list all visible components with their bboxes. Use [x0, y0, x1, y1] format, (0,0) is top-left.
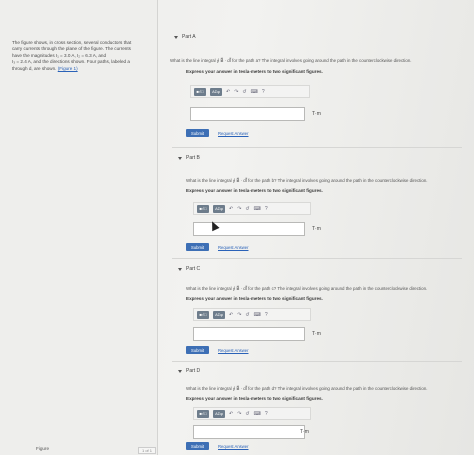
part-d-header[interactable]: Part D	[178, 368, 200, 374]
reset-icon[interactable]: ↺	[245, 411, 249, 417]
redo-icon[interactable]: ↷	[234, 89, 238, 95]
part-c-header[interactable]: Part C	[178, 266, 200, 272]
part-divider	[172, 147, 462, 148]
help-icon[interactable]: ?	[265, 206, 268, 212]
part-d-unit: T·m	[300, 429, 309, 435]
keyboard-icon[interactable]: ⌨	[251, 89, 258, 95]
figure-pager[interactable]: 1 of 1	[138, 447, 157, 454]
part-d-title: Part D	[186, 368, 201, 374]
part-b-instruction: Express your answer in tesla-meters to t…	[186, 188, 323, 193]
undo-icon[interactable]: ↶	[229, 206, 233, 212]
part-c-answer-input[interactable]	[193, 327, 305, 341]
page: The figure shows, in cross section, seve…	[0, 0, 474, 455]
templates-button[interactable]: ■√□	[197, 310, 209, 319]
undo-icon[interactable]: ↶	[229, 411, 233, 417]
part-d-question: What is the line integral ∮ B⃗ · dl⃗ for…	[186, 386, 428, 391]
redo-icon[interactable]: ↷	[237, 312, 241, 318]
part-a-answer-input[interactable]	[190, 107, 305, 121]
collapse-caret-icon	[178, 267, 182, 271]
keyboard-icon[interactable]: ⌨	[254, 411, 261, 417]
part-a-submit-button[interactable]: Submit	[186, 129, 210, 137]
parts-panel: Part A What is the line integral ∮ B⃗ · …	[160, 0, 474, 455]
part-d-submit-button[interactable]: Submit	[186, 442, 210, 450]
part-c-toolbar: ■√□ AΣφ ↶ ↷ ↺ ⌨ ?	[193, 308, 311, 321]
redo-icon[interactable]: ↷	[237, 411, 241, 417]
figure-label: Figure	[36, 446, 50, 451]
reset-icon[interactable]: ↺	[245, 312, 249, 318]
part-c-title: Part C	[186, 266, 201, 272]
greek-symbols-button[interactable]: AΣφ	[213, 409, 225, 418]
part-a-header[interactable]: Part A	[174, 34, 196, 40]
part-b-header[interactable]: Part B	[178, 155, 200, 161]
part-a-question: What is the line integral ∮ B⃗ · dl⃗ for…	[170, 58, 412, 63]
undo-icon[interactable]: ↶	[229, 312, 233, 318]
part-b-unit: T·m	[312, 226, 321, 232]
keyboard-icon[interactable]: ⌨	[254, 312, 261, 318]
collapse-caret-icon	[174, 35, 178, 39]
part-b-question: What is the line integral ∮ B⃗ · dl⃗ for…	[186, 178, 428, 183]
problem-line: through d, are shown. (Figure 1)	[12, 66, 152, 72]
undo-icon[interactable]: ↶	[226, 89, 230, 95]
figure-link[interactable]: (Figure 1)	[58, 66, 78, 71]
part-divider	[172, 258, 462, 259]
part-b-submit-button[interactable]: Submit	[186, 243, 210, 251]
help-icon[interactable]: ?	[262, 89, 265, 95]
part-d-answer-input[interactable]	[193, 425, 305, 439]
greek-symbols-button[interactable]: AΣφ	[210, 87, 222, 96]
part-d-instruction: Express your answer in tesla-meters to t…	[186, 396, 323, 401]
collapse-caret-icon	[178, 156, 182, 160]
part-a-request-answer-link[interactable]: Request Answer	[218, 131, 249, 136]
help-icon[interactable]: ?	[265, 312, 268, 318]
redo-icon[interactable]: ↷	[237, 206, 241, 212]
problem-panel: The figure shows, in cross section, seve…	[0, 0, 158, 455]
keyboard-icon[interactable]: ⌨	[254, 206, 261, 212]
part-a-instruction: Express your answer in tesla-meters to t…	[186, 69, 323, 74]
part-c-unit: T·m	[312, 331, 321, 337]
part-d-toolbar: ■√□ AΣφ ↶ ↷ ↺ ⌨ ?	[193, 407, 311, 420]
part-b-request-answer-link[interactable]: Request Answer	[218, 245, 249, 250]
part-a-title: Part A	[182, 34, 196, 40]
part-c-request-answer-link[interactable]: Request Answer	[218, 348, 249, 353]
part-b-toolbar: ■√□ AΣφ ↶ ↷ ↺ ⌨ ?	[193, 202, 311, 215]
part-c-submit-button[interactable]: Submit	[186, 346, 210, 354]
part-a-unit: T·m	[312, 111, 321, 117]
part-d-request-answer-link[interactable]: Request Answer	[218, 444, 249, 449]
reset-icon[interactable]: ↺	[242, 89, 246, 95]
templates-button[interactable]: ■√□	[197, 409, 209, 418]
reset-icon[interactable]: ↺	[245, 206, 249, 212]
collapse-caret-icon	[178, 369, 182, 373]
part-divider	[172, 361, 462, 362]
help-icon[interactable]: ?	[265, 411, 268, 417]
part-a-toolbar: ■√□ AΣφ ↶ ↷ ↺ ⌨ ?	[190, 85, 310, 98]
greek-symbols-button[interactable]: AΣφ	[213, 310, 225, 319]
templates-button[interactable]: ■√□	[197, 204, 209, 213]
templates-button[interactable]: ■√□	[194, 87, 206, 96]
part-c-instruction: Express your answer in tesla-meters to t…	[186, 296, 323, 301]
part-b-title: Part B	[186, 155, 200, 161]
problem-statement: The figure shows, in cross section, seve…	[12, 40, 152, 72]
part-c-question: What is the line integral ∮ B⃗ · dl⃗ for…	[186, 286, 428, 291]
problem-line-text: through d, are shown.	[12, 65, 57, 71]
greek-symbols-button[interactable]: AΣφ	[213, 204, 225, 213]
